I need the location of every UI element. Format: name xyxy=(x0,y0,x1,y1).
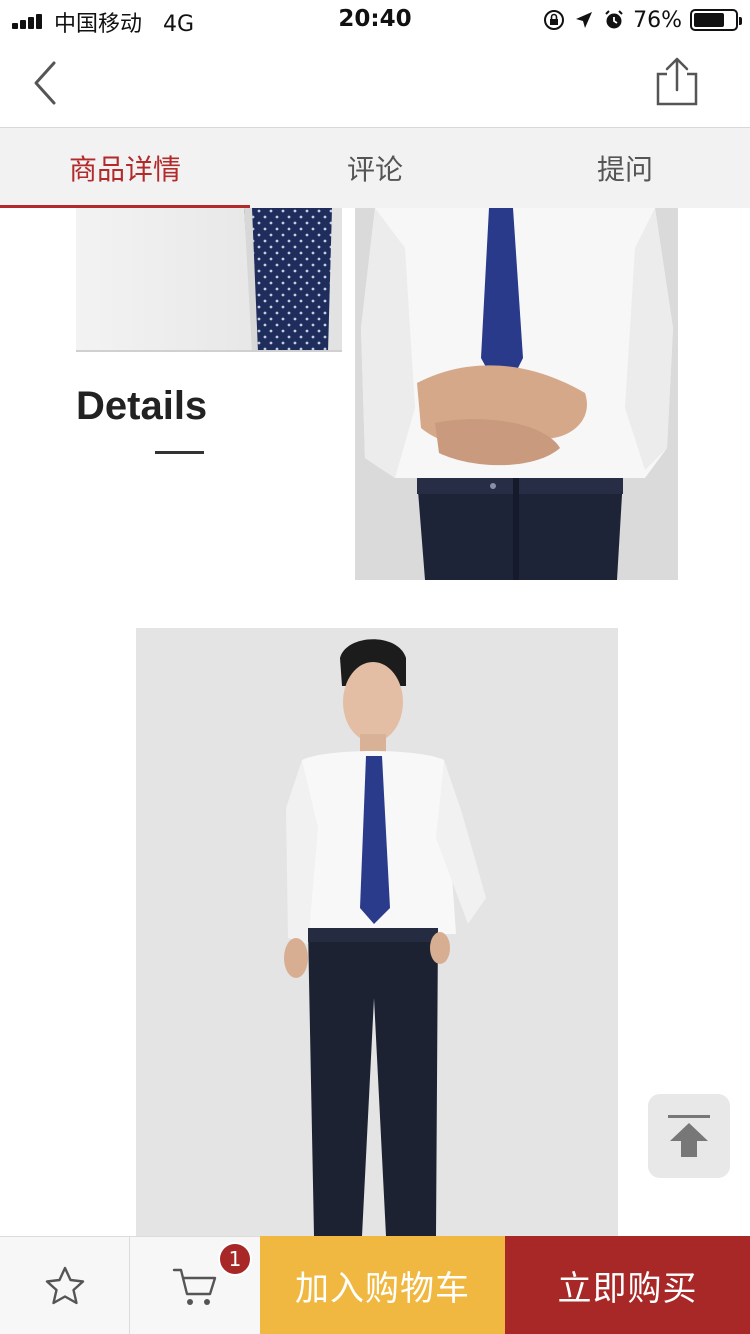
orientation-lock-icon xyxy=(544,10,565,30)
share-button[interactable] xyxy=(650,56,702,108)
tab-product-details[interactable]: 商品详情 xyxy=(0,128,250,208)
alarm-icon xyxy=(605,10,623,29)
star-icon xyxy=(45,1266,84,1304)
battery-level xyxy=(694,13,725,27)
product-detail-content[interactable]: Details xyxy=(0,208,750,1236)
bottom-action-bar: 1 加入购物车 立即购买 xyxy=(0,1236,750,1334)
tab-reviews[interactable]: 评论 xyxy=(250,128,500,208)
favorite-button[interactable] xyxy=(0,1236,130,1334)
battery-percent: 76% xyxy=(633,7,682,33)
status-icons: 76% xyxy=(543,6,742,34)
full-body-model-photo xyxy=(136,628,618,1236)
tab-questions[interactable]: 提问 xyxy=(500,128,750,208)
cart-button[interactable]: 1 xyxy=(130,1236,260,1334)
cart-icon xyxy=(172,1268,217,1305)
details-underline xyxy=(155,451,204,454)
location-icon xyxy=(576,12,593,28)
shirt-tie-torso-photo xyxy=(355,208,678,580)
add-to-cart-button[interactable]: 加入购物车 xyxy=(260,1236,505,1334)
cart-count-badge: 1 xyxy=(218,1242,252,1276)
share-icon xyxy=(656,57,698,106)
buy-now-button[interactable]: 立即购买 xyxy=(505,1236,750,1334)
arrow-up-to-top-icon xyxy=(668,1115,710,1157)
tie-closeup-photo xyxy=(76,208,342,352)
tab-bar: 商品详情 评论 提问 xyxy=(0,128,750,208)
back-to-top-button[interactable] xyxy=(648,1094,730,1178)
status-bar: 中国移动 4G 20:40 76% xyxy=(0,0,750,40)
chevron-left-icon xyxy=(34,61,56,105)
back-button[interactable] xyxy=(30,58,80,108)
details-heading: Details xyxy=(76,384,208,428)
battery-icon xyxy=(690,9,742,31)
nav-bar xyxy=(0,40,750,128)
